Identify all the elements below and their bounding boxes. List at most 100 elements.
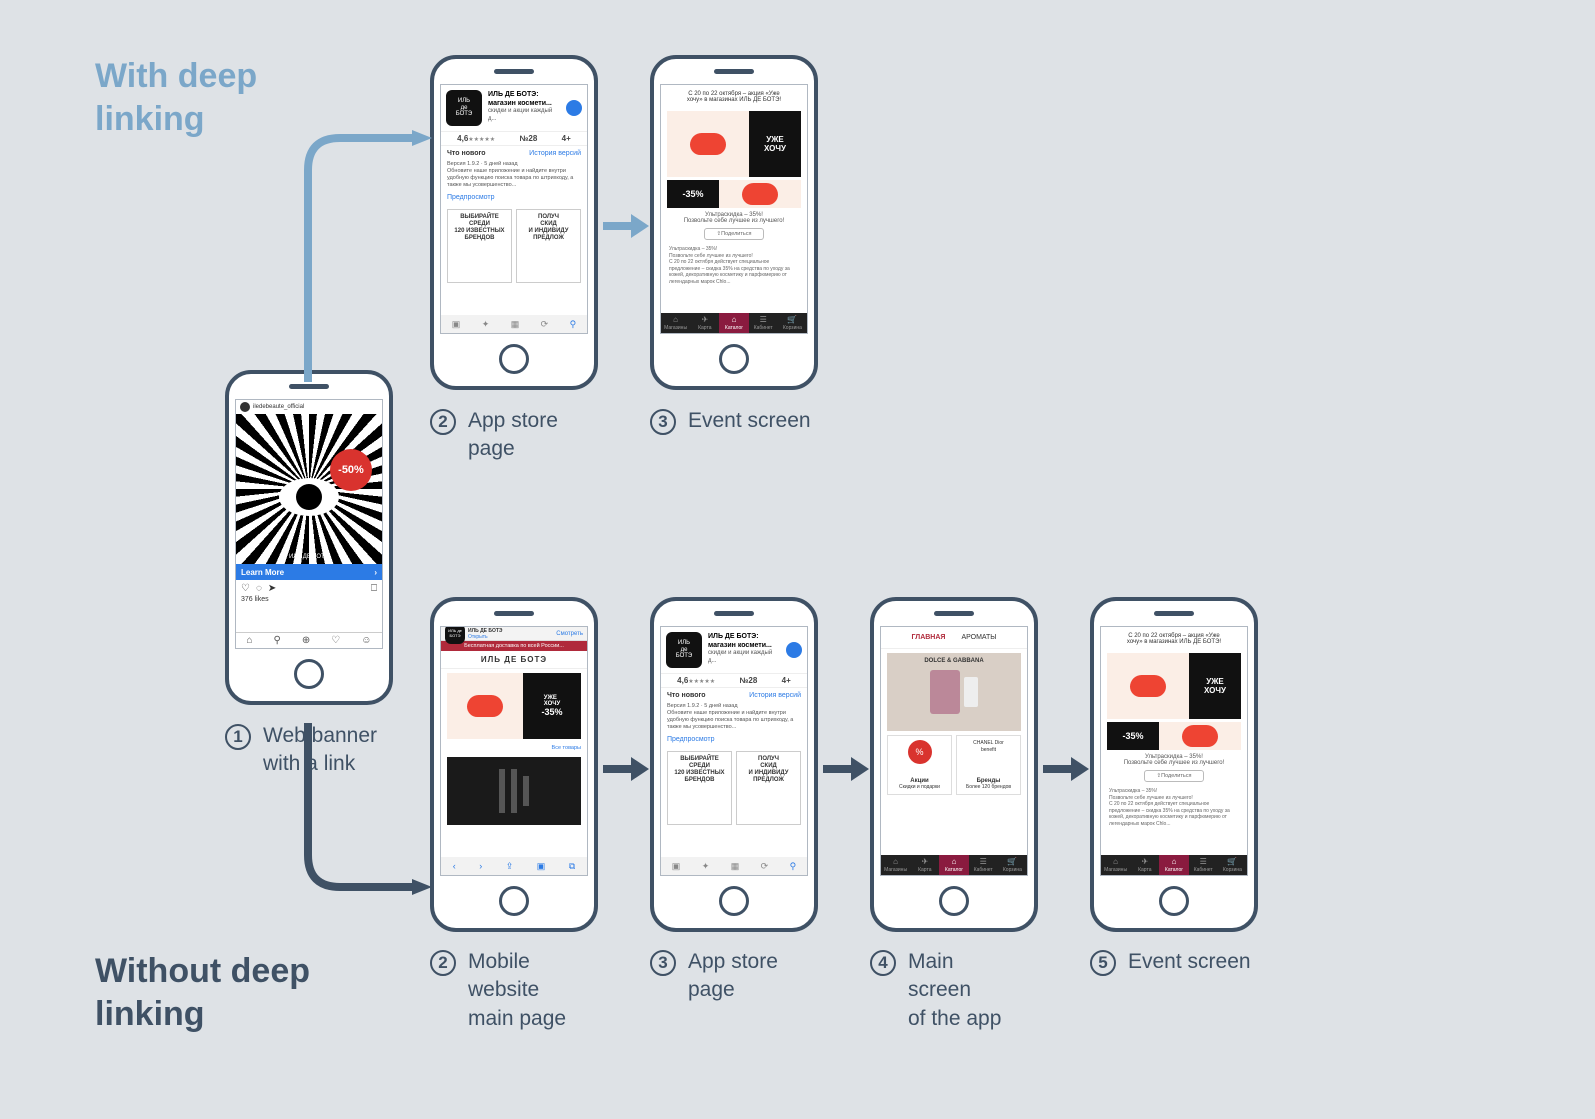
ig-tabbar: ⌂ ⚲ ⊕ ♡ ☺	[236, 632, 382, 648]
phone-app-main: ГЛАВНАЯ АРОМАТЫ DOLCE & GABBANA % АкцииС…	[870, 597, 1038, 932]
ig-action-row: ♡ ◌ ➤ ⎕	[236, 580, 382, 596]
preview-card-2: ПОЛУЧ СКИД И ИНДИВИДУ ПРЕДЛОЖ	[736, 751, 801, 825]
add-icon: ⊕	[302, 635, 310, 646]
tab-label: Карта	[698, 325, 711, 331]
tab-label: Каталог	[725, 325, 743, 331]
chevron-right-icon: ›	[374, 568, 377, 577]
step-label: Event screen	[688, 407, 811, 435]
bookmarks-icon: ▣	[537, 861, 546, 872]
version-history-link: История версий	[529, 150, 581, 157]
hero-banner: DOLCE & GABBANA	[887, 653, 1021, 731]
tab-label: Каталог	[1165, 867, 1183, 873]
caption-with-2: 2 App store page	[430, 407, 558, 464]
caption-wo-4: 4 Main screen of the app	[870, 948, 1001, 1033]
cart-icon: 🛒	[1227, 857, 1237, 866]
cart-icon: 🛒	[787, 315, 797, 324]
curve-down	[300, 715, 436, 895]
eye-icon	[279, 478, 339, 516]
catalog-icon: ⌂	[952, 857, 957, 866]
phone-web-banner: iledebeaute_official -50% ИЛЬ ДЕ БОТЭ Le…	[225, 370, 393, 705]
view-link: Смотреть	[556, 631, 583, 637]
update-description: Обновите наше приложение и найдите внутр…	[441, 168, 587, 189]
catalog-icon: ⌂	[1172, 857, 1177, 866]
arrow-bottom-3	[1043, 757, 1089, 781]
open-link: Открыть	[468, 634, 488, 640]
hero-brand: DOLCE & GABBANA	[924, 658, 983, 664]
want-label: УЖЕ ХОЧУ	[544, 695, 560, 707]
catalog-icon: ⌂	[732, 315, 737, 324]
ad-creative: -50% ИЛЬ ДЕ БОТЭ	[236, 414, 382, 564]
screen-event: С 20 по 22 октября – акция «Уже хочу» в …	[660, 84, 808, 334]
tab-label: Магазины	[664, 325, 687, 331]
ig-account: iledebeaute_official	[253, 404, 304, 410]
title-with-deeplinking: With deep linking	[95, 55, 257, 140]
rank-value: №28	[740, 676, 758, 685]
share-icon: ⇪	[506, 861, 514, 872]
tab-label: Магазины	[1104, 867, 1127, 873]
updated-ago: 5 дней назад	[484, 161, 517, 167]
whats-new-label: Что нового	[447, 150, 486, 157]
activity-icon: ♡	[331, 635, 340, 646]
tab-label: Каталог	[945, 867, 963, 873]
brand-dior: Dior	[995, 740, 1004, 746]
tab-label: Магазины	[884, 867, 907, 873]
step-label: Main screen of the app	[908, 948, 1001, 1033]
updates-tab-icon: ⟳	[761, 861, 769, 872]
updated-ago: 5 дней назад	[704, 703, 737, 709]
stores-icon: ⌂	[893, 857, 898, 866]
map-icon: ✈	[1141, 857, 1148, 866]
rank-value: №28	[520, 134, 538, 143]
site-brand: ИЛЬ ДЕ БОТЭ	[441, 651, 587, 669]
step-number: 1	[225, 724, 251, 750]
card-promo: % АкцииСкидки и подарки	[887, 735, 952, 795]
games-tab-icon: ✦	[482, 319, 490, 330]
search-icon: ⚲	[274, 635, 281, 646]
heart-icon: ♡	[241, 583, 250, 593]
tab-main: ГЛАВНАЯ	[911, 634, 945, 641]
preview-card-2: ПОЛУЧ СКИД И ИНДИВИДУ ПРЕДЛОЖ	[516, 209, 581, 283]
caption-wo-3: 3 App store page	[650, 948, 778, 1005]
tab-label: Корзина	[1003, 867, 1022, 873]
back-icon: ‹	[453, 861, 456, 871]
event-body: Ультраскидка – 35%! Позвольте себе лучше…	[669, 246, 799, 285]
app-logo: ИЛЬ де БОТЭ	[446, 90, 482, 126]
get-button	[786, 642, 802, 658]
avatar-icon	[240, 402, 250, 412]
tabs-icon: ⧉	[569, 861, 575, 872]
tab-fragrance: АРОМАТЫ	[961, 634, 996, 641]
tab-label: Корзина	[1223, 867, 1242, 873]
step-number: 2	[430, 409, 456, 435]
arrow-bottom-2	[823, 757, 869, 781]
tab-label: Корзина	[783, 325, 802, 331]
learn-more-label: Learn More	[241, 568, 284, 577]
discount-badge: -35%	[667, 180, 719, 208]
tab-label: Кабинет	[974, 867, 993, 873]
preview-label: Предпросмотр	[667, 736, 714, 743]
event-body: Ультраскидка – 35%! Позвольте себе лучше…	[1109, 788, 1239, 827]
discount-badge: -35%	[1107, 722, 1159, 750]
preview-card-1: ВЫБИРАЙТЕ СРЕДИ 120 ИЗВЕСТНЫХ БРЕНДОВ	[447, 209, 512, 283]
hero-promo: УЖЕ ХОЧУ -35%	[523, 673, 581, 739]
whats-new-label: Что нового	[667, 692, 706, 699]
games-tab-icon: ✦	[702, 861, 710, 872]
screen-mobile-web: ИЛЬ де БОТЭ ИЛЬ ДЕ БОТЭ Открыть Смотреть…	[440, 626, 588, 876]
account-icon: ☰	[980, 857, 987, 866]
safari-toolbar: ‹ › ⇪ ▣ ⧉	[441, 857, 587, 875]
apps-tab-icon: ▦	[511, 319, 520, 330]
phone-event-top: С 20 по 22 октября – акция «Уже хочу» в …	[650, 55, 818, 390]
screen-app-main: ГЛАВНАЯ АРОМАТЫ DOLCE & GABBANA % АкцииС…	[880, 626, 1028, 876]
phone-event-bottom: С 20 по 22 октября – акция «Уже хочу» в …	[1090, 597, 1258, 932]
step-number: 4	[870, 950, 896, 976]
cart-icon: 🛒	[1007, 857, 1017, 866]
step-number: 3	[650, 409, 676, 435]
rating-value: 4,6	[457, 134, 468, 143]
screen-instagram: iledebeaute_official -50% ИЛЬ ДЕ БОТЭ Le…	[235, 399, 383, 649]
share-label: Поделиться	[721, 231, 751, 237]
discount-badge: -50%	[330, 449, 372, 491]
step-label: App store page	[468, 407, 558, 464]
percent-icon: %	[908, 740, 932, 764]
event-sub2: Позвольте себе лучшее из лучшего!	[667, 218, 801, 224]
want-badge: УЖЕ ХОЧУ	[1189, 653, 1241, 719]
all-products-link: Все товары	[552, 745, 581, 751]
preview-card-1: ВЫБИРАЙТЕ СРЕДИ 120 ИЗВЕСТНЫХ БРЕНДОВ	[667, 751, 732, 825]
